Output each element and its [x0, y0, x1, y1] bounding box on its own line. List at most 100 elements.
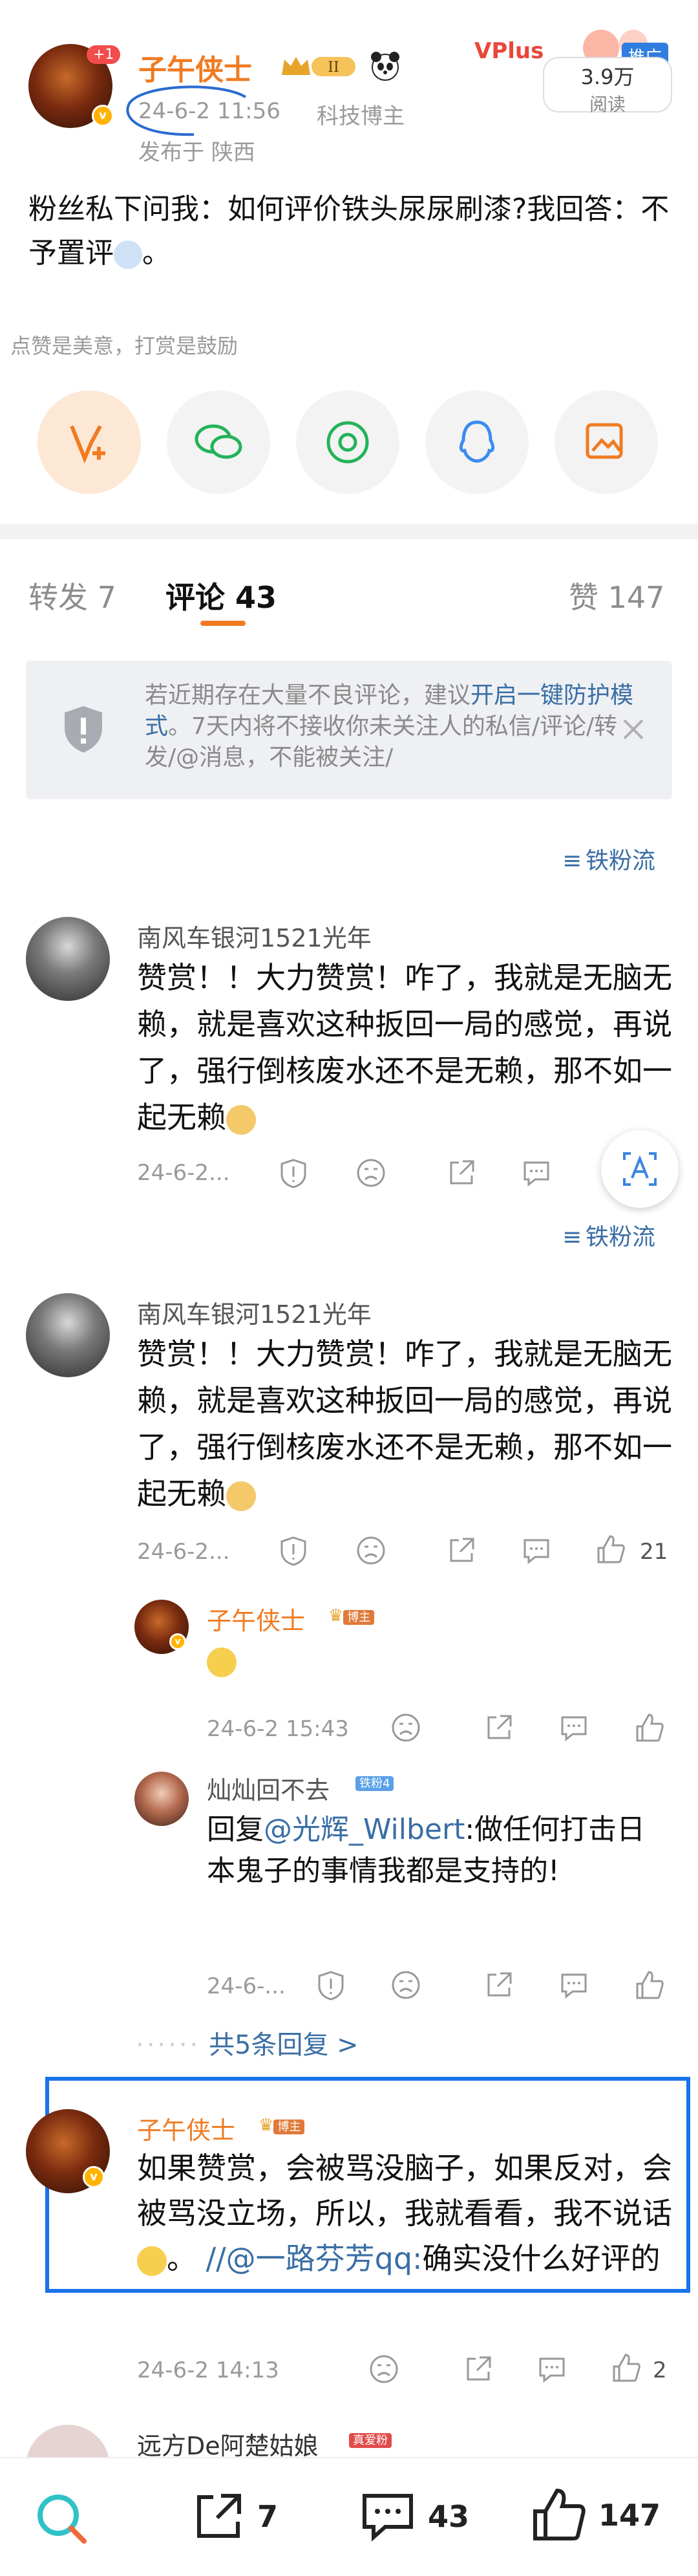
dislike-face-icon[interactable]	[390, 1712, 421, 1743]
commenter-name[interactable]: 子午侠士	[137, 2110, 235, 2146]
reply-author-name[interactable]: 灿灿回不去	[207, 1770, 330, 1806]
panda-icon	[368, 49, 402, 83]
reply-date: 24-6-...	[207, 1973, 286, 1999]
like-icon[interactable]	[633, 1970, 664, 2001]
bottom-action-bar: 7 43 147	[0, 2457, 698, 2576]
like-icon[interactable]	[610, 2352, 641, 2383]
tongue-emoji-icon	[137, 2246, 167, 2276]
share-icon[interactable]	[483, 1970, 514, 2001]
sort-icon: ≡	[562, 1224, 582, 1250]
reply-icon[interactable]	[558, 1712, 589, 1743]
shield-icon	[61, 703, 106, 758]
laugh-emoji-icon	[207, 1648, 237, 1677]
forward-icon	[197, 2494, 241, 2538]
verified-icon: v	[83, 2166, 105, 2188]
commenter-name[interactable]: 南风车银河1521光年	[137, 918, 372, 954]
comment-text: 赞赏！！大力赞赏！咋了，我就是无脑无赖，就是喜欢这种扳回一局的感觉，再说了，强行…	[137, 960, 672, 1135]
reads-label: 阅读	[589, 94, 626, 115]
like-icon[interactable]	[633, 1712, 664, 1743]
save-image-button[interactable]	[555, 391, 658, 494]
mention-link[interactable]: @光辉_Wilbert	[264, 1813, 465, 1846]
image-save-icon	[586, 423, 623, 459]
reply-avatar[interactable]	[134, 1772, 189, 1826]
search-button[interactable]	[32, 2489, 90, 2550]
commenter-avatar[interactable]	[26, 917, 110, 1001]
reply-icon[interactable]	[521, 1157, 552, 1188]
commenter-name[interactable]: 远方De阿楚姑娘	[137, 2426, 319, 2462]
reward-button[interactable]	[37, 391, 141, 494]
tab-comments[interactable]: 评论 43	[165, 574, 277, 617]
share-icon[interactable]	[446, 1157, 477, 1188]
report-icon[interactable]	[278, 1157, 309, 1188]
moments-icon	[326, 421, 369, 464]
crown-level-badge: II	[279, 52, 358, 80]
translate-icon	[623, 1152, 657, 1186]
crown-icon: ♛	[328, 1606, 344, 1626]
share-icon[interactable]	[446, 1535, 477, 1566]
comment-date: 24-6-2 14:13	[137, 2357, 279, 2383]
verified-icon: v	[92, 105, 114, 127]
like-count: 21	[640, 1539, 668, 1565]
commenter-avatar[interactable]	[26, 1293, 110, 1377]
crown-icon: ♛	[259, 2116, 274, 2135]
translate-float-button[interactable]	[601, 1130, 679, 1208]
report-icon[interactable]	[315, 1970, 346, 2001]
reply-icon[interactable]	[521, 1535, 552, 1566]
like-icon[interactable]	[595, 1534, 626, 1565]
notification-badge: +1	[87, 45, 121, 64]
section-divider	[0, 524, 698, 539]
protection-notice: 若近期存在大量不良评论，建议开启一键防护模式。7天内将不接收你未关注人的私信/评…	[26, 661, 672, 799]
emoji-icon	[114, 241, 142, 269]
comment-text: 如果赞赏，会被骂没脑子，如果反对，会被骂没立场，所以，我就看看，我不说话。 //…	[137, 2151, 672, 2276]
author-name[interactable]: 子午侠士	[138, 47, 252, 88]
level-text: II	[328, 59, 339, 76]
mention-link[interactable]: //@一路芬芳qq:	[206, 2241, 423, 2276]
reads-count: 3.9万	[580, 65, 635, 89]
post-text: 粉丝私下问我：如何评价铁头尿尿刷漆?我回答：不予置评。	[28, 193, 670, 270]
comment-text: 赞赏！！大力赞赏！咋了，我就是无脑无赖，就是喜欢这种扳回一局的感觉，再说了，强行…	[137, 1336, 672, 1511]
dislike-face-icon[interactable]	[355, 1535, 386, 1566]
forward-count: 7	[257, 2499, 279, 2534]
tab-likes[interactable]: 赞 147	[569, 574, 664, 617]
moments-share-button[interactable]	[296, 391, 399, 494]
reply-text: 回复@光辉_Wilbert:做任何打击日本鬼子的事情我都是支持的!	[207, 1813, 646, 1887]
close-icon[interactable]	[620, 716, 646, 745]
blogger-tag: ♛ 博主	[328, 1606, 375, 1626]
iron-fan-tag: 铁粉4	[355, 1774, 394, 1791]
more-replies-link[interactable]: ······ 共5条回复 >	[136, 2024, 359, 2061]
blogger-tag: ♛ 博主	[259, 2116, 305, 2135]
sort-selector[interactable]: ≡ 铁粉流	[562, 842, 655, 875]
comment-button[interactable]: 43	[359, 2489, 469, 2544]
dislike-face-icon[interactable]	[390, 1970, 421, 2001]
reward-icon	[70, 425, 105, 464]
like-count: 2	[653, 2357, 667, 2383]
qq-share-button[interactable]	[425, 391, 529, 494]
search-icon	[37, 2495, 87, 2544]
comment-count: 43	[428, 2499, 470, 2534]
share-icon[interactable]	[483, 1712, 514, 1743]
reply-icon[interactable]	[558, 1970, 589, 2001]
doge-emoji-icon	[226, 1104, 256, 1135]
dislike-face-icon[interactable]	[368, 2354, 399, 2385]
report-icon[interactable]	[278, 1535, 309, 1566]
true-fan-tag: 真爱粉	[349, 2431, 392, 2448]
reply-author-name[interactable]: 子午侠士	[207, 1601, 305, 1637]
reply-date: 24-6-2 15:43	[207, 1716, 349, 1742]
wechat-share-button[interactable]	[167, 391, 270, 494]
commenter-name[interactable]: 南风车银河1521光年	[137, 1294, 372, 1330]
doge-emoji-icon	[226, 1481, 256, 1511]
encourage-text: 点赞是美意，打赏是鼓励	[10, 334, 238, 358]
dots: ······	[136, 2030, 201, 2060]
like-count: 147	[598, 2498, 661, 2533]
share-icon[interactable]	[463, 2354, 494, 2385]
tab-forward[interactable]: 转发 7	[28, 574, 116, 617]
reply-icon[interactable]	[536, 2354, 567, 2385]
vplus-text: VPlus	[474, 38, 544, 64]
sort-selector[interactable]: ≡ 铁粉流	[562, 1218, 655, 1252]
dislike-face-icon[interactable]	[355, 1157, 386, 1188]
like-button[interactable]: 147	[530, 2487, 661, 2544]
annotation-circle	[123, 84, 252, 142]
forward-button[interactable]: 7	[191, 2489, 278, 2544]
qq-icon	[459, 420, 495, 463]
sort-icon: ≡	[562, 848, 582, 874]
